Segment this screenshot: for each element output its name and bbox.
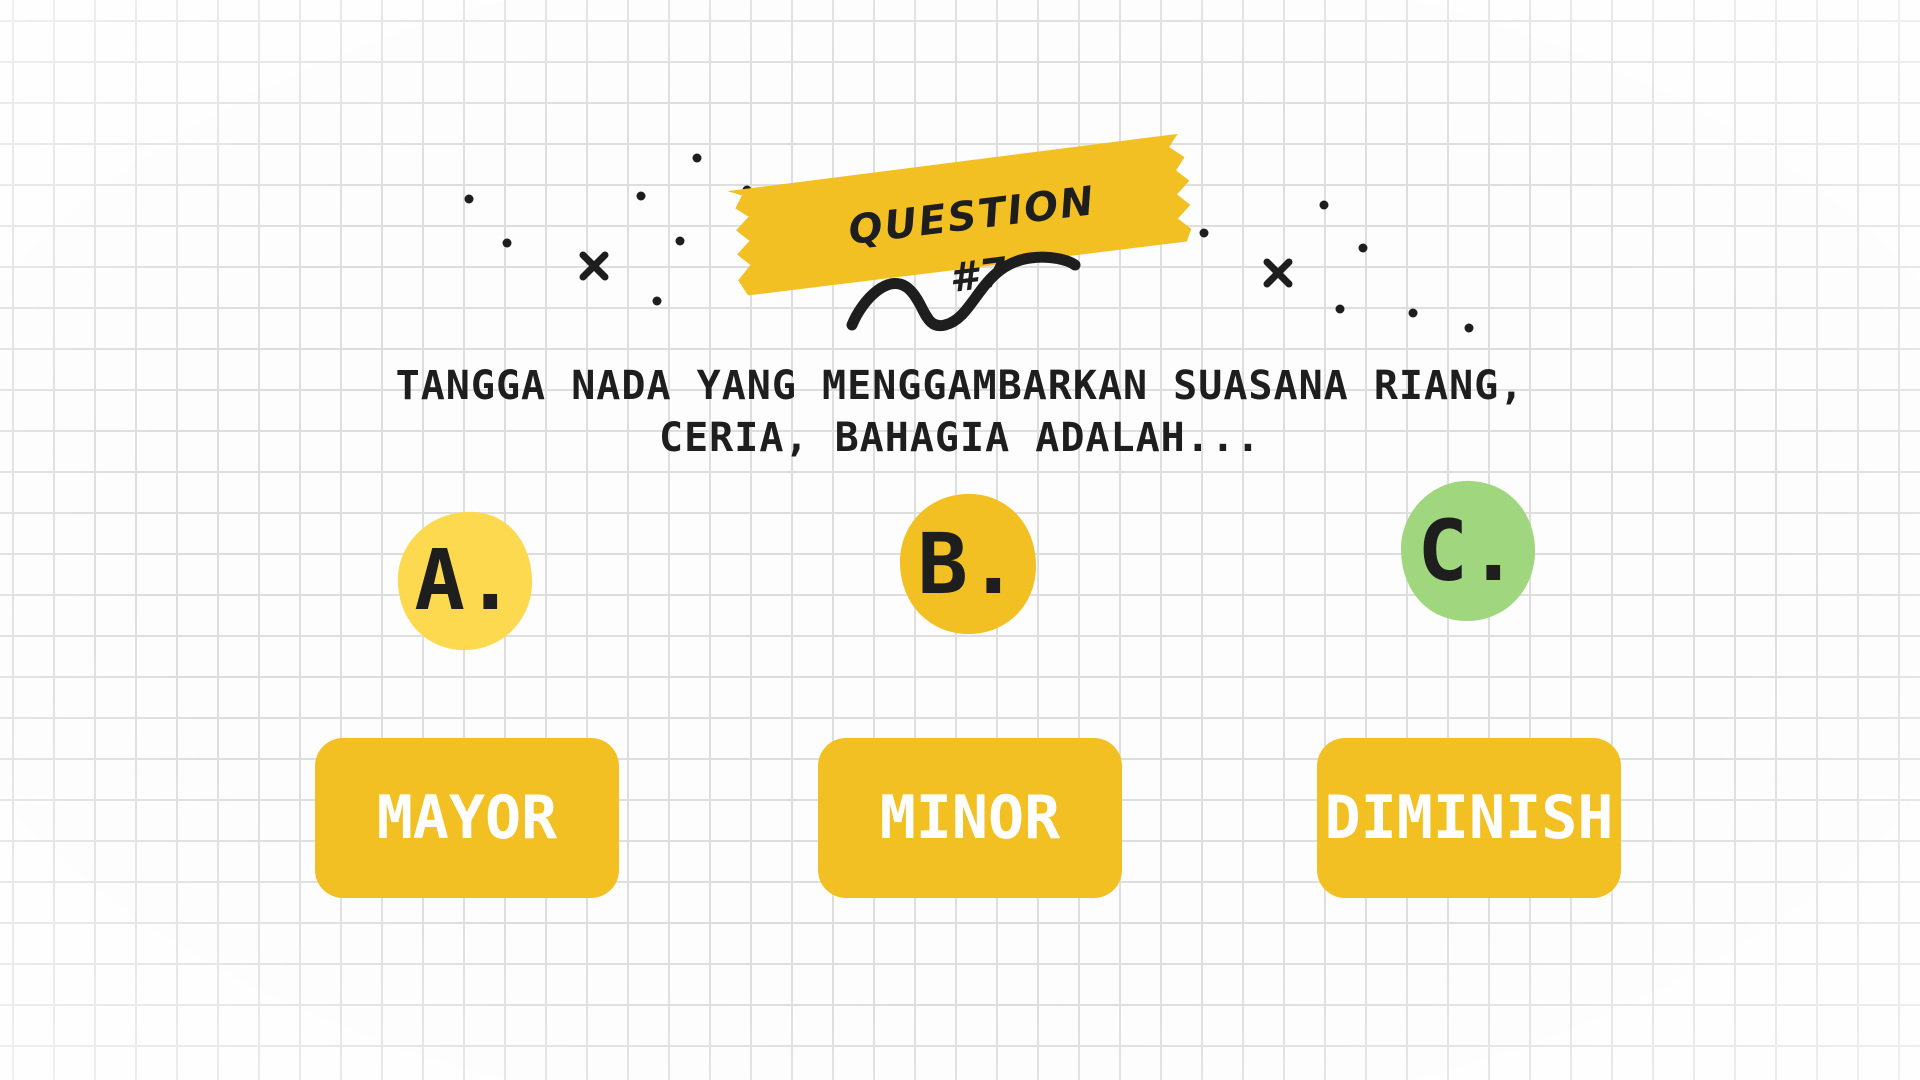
question-text: TANGGA NADA YANG MENGGAMBARKAN SUASANA R…: [280, 360, 1640, 464]
option-c-letter: C.: [1417, 502, 1519, 600]
answer-button-minor[interactable]: MINOR: [818, 738, 1122, 898]
option-a-letter: A.: [414, 531, 516, 629]
question-line-1: TANGGA NADA YANG MENGGAMBARKAN SUASANA R…: [395, 363, 1525, 409]
question-line-2: CERIA, BAHAGIA ADALAH...: [659, 415, 1261, 461]
answer-button-mayor[interactable]: MAYOR: [315, 738, 619, 898]
option-b-letter: B.: [917, 515, 1019, 613]
squiggle-icon: [846, 251, 1081, 332]
answer-button-diminish[interactable]: DIMINISH: [1317, 738, 1621, 898]
